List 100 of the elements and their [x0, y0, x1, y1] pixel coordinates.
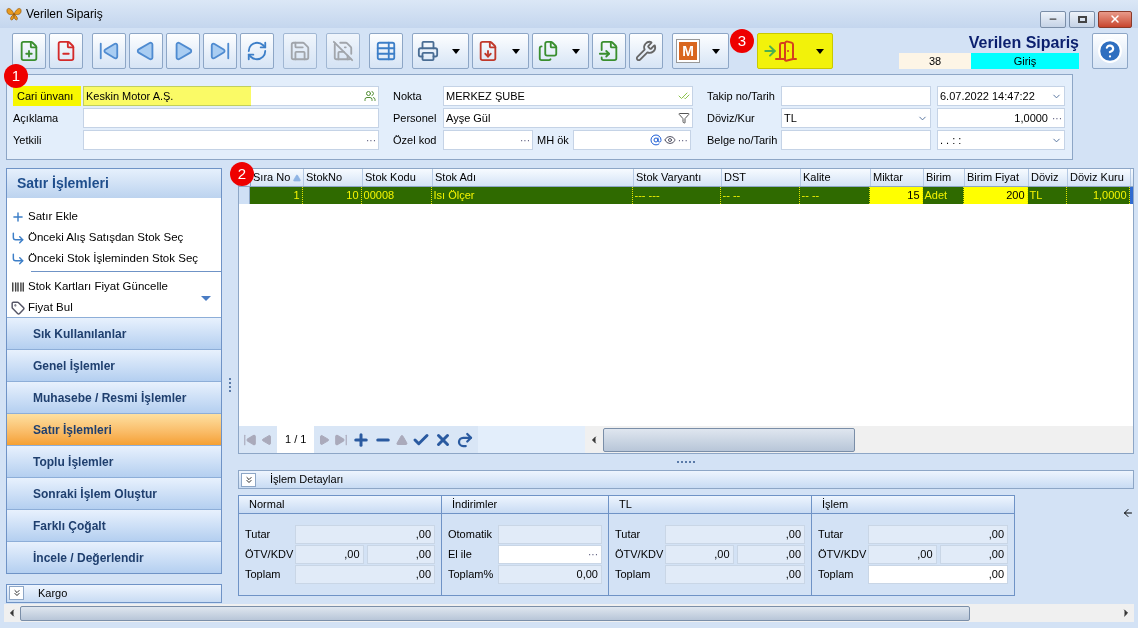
input-field[interactable]: MERKEZ ŞUBE: [443, 86, 693, 106]
field-label: El ile: [448, 547, 473, 563]
double-check-icon[interactable]: [678, 90, 690, 102]
column-header[interactable]: Stok Kodu: [363, 169, 433, 186]
column-header[interactable]: Döviz Kuru: [1068, 169, 1131, 186]
previous-page-icon[interactable]: [261, 433, 273, 446]
toolbar-button[interactable]: [629, 33, 663, 69]
horizontal-scrollbar[interactable]: [585, 426, 1133, 453]
column-header[interactable]: Birim Fiyat: [965, 169, 1029, 186]
toolbar-button[interactable]: [12, 33, 46, 69]
navigation-group[interactable]: Satır İşlemleri: [7, 413, 221, 445]
first-page-icon[interactable]: [243, 432, 257, 447]
action-link[interactable]: Önceki Stok İşleminden Stok Seç: [11, 248, 221, 269]
action-link[interactable]: Fiyat Bul: [11, 297, 221, 317]
toolbar-button[interactable]: [592, 33, 626, 69]
move-up-icon[interactable]: [396, 433, 409, 446]
toolbar-button[interactable]: [49, 33, 83, 69]
input-field[interactable]: ···: [83, 130, 379, 150]
ellipsis-button[interactable]: ···: [677, 132, 688, 148]
navigation-group[interactable]: İncele / Değerlendir: [7, 541, 221, 573]
field-label: Özel kod: [393, 132, 438, 148]
amount-field: ,00: [295, 545, 364, 564]
field-value: Ayşe Gül: [446, 111, 491, 124]
toolbar-button[interactable]: [472, 33, 529, 69]
add-row-icon[interactable]: [352, 430, 371, 449]
eye-icon[interactable]: [663, 134, 676, 146]
scroll-thumb[interactable]: [603, 427, 855, 452]
navigation-group[interactable]: Sonraki İşlem Oluştur: [7, 477, 221, 509]
input-field[interactable]: [781, 130, 931, 150]
column-header[interactable]: Stok Varyantı: [634, 169, 722, 186]
help-button[interactable]: [1092, 33, 1128, 69]
toolbar-button[interactable]: [240, 33, 274, 69]
step-badge: 1: [4, 64, 28, 88]
toolbar-button[interactable]: [412, 33, 469, 69]
column-header[interactable]: Döviz: [1029, 169, 1068, 186]
collapse-button[interactable]: [241, 472, 256, 487]
field-label: ÖTV/KDV: [615, 547, 665, 563]
column-header[interactable]: Miktar: [871, 169, 924, 186]
column-header[interactable]: Birim: [924, 169, 965, 186]
field-label: Takip no/Tarih: [707, 88, 776, 104]
toolbar-button[interactable]: [203, 33, 237, 69]
navigation-group[interactable]: Sık Kullanılanlar: [7, 317, 221, 349]
section-title: İşlem Detayları: [270, 472, 344, 488]
report-table-icon: [375, 40, 397, 62]
field-label: ÖTV/KDV: [245, 547, 295, 563]
input-field[interactable]: 6.07.2022 14:47:22: [937, 86, 1065, 106]
ellipsis-button[interactable]: ···: [1052, 110, 1062, 126]
column-header[interactable]: Kalite: [801, 169, 871, 186]
redo-icon[interactable]: [456, 430, 475, 449]
field-label: Toplam: [245, 567, 282, 583]
column-header[interactable]: StokNo: [304, 169, 363, 186]
input-field[interactable]: TL: [781, 108, 931, 128]
action-link[interactable]: Satır Ekle: [11, 206, 221, 227]
ellipsis-button[interactable]: ···: [366, 132, 376, 148]
table-cell: 10: [302, 187, 362, 204]
row-indicator[interactable]: [239, 187, 250, 204]
toolbar-button[interactable]: [757, 33, 833, 69]
filter-icon[interactable]: [678, 112, 690, 124]
maximize-button[interactable]: [1069, 10, 1095, 28]
ellipsis-button[interactable]: ···: [520, 132, 530, 148]
grid-row[interactable]: 1 10 00008 Isı Ölçer --- --- -- -- -- -- 15 Adet 200 TL 1,0000: [239, 187, 1133, 204]
toolbar-button[interactable]: [129, 33, 163, 69]
input-field[interactable]: Keskin Motor A.Ş.: [83, 86, 379, 106]
input-field[interactable]: [83, 108, 379, 128]
at-sign-icon[interactable]: [649, 134, 662, 146]
column-header[interactable]: Stok Adı: [433, 169, 634, 186]
people-icon[interactable]: [364, 90, 376, 102]
amount-field[interactable]: ···: [498, 545, 602, 564]
input-field[interactable]: ···: [572, 130, 691, 150]
input-field[interactable]: . . : :: [937, 130, 1065, 150]
toolbar-button[interactable]: [532, 33, 589, 69]
toolbar-button[interactable]: M: [672, 33, 729, 69]
input-field[interactable]: Ayşe Gül: [443, 108, 693, 128]
navigation-group[interactable]: Muhasebe / Resmi İşlemler: [7, 381, 221, 413]
navigation-group[interactable]: Genel İşlemler: [7, 349, 221, 381]
column-header[interactable]: DST: [722, 169, 801, 186]
action-link[interactable]: Stok Kartları Fiyat Güncelle: [11, 276, 221, 297]
toolbar-button[interactable]: [92, 33, 126, 69]
bottom-scrollbar[interactable]: [4, 604, 1134, 622]
scroll-down-icon[interactable]: [201, 296, 211, 301]
amount-field[interactable]: ,00: [868, 565, 1008, 584]
expand-button[interactable]: [9, 586, 24, 601]
input-field[interactable]: [781, 86, 931, 106]
return-arrow-icon: [11, 230, 25, 245]
close-button[interactable]: [1098, 10, 1132, 28]
ellipsis-button[interactable]: ···: [588, 547, 598, 562]
next-page-icon[interactable]: [318, 433, 331, 446]
navigation-group[interactable]: Farklı Çoğalt: [7, 509, 221, 541]
scroll-thumb[interactable]: [20, 605, 970, 621]
row-edge-marker: [1129, 187, 1133, 204]
action-link[interactable]: Önceki Alış Satışdan Stok Seç: [11, 227, 221, 248]
input-field[interactable]: 1,0000 ···: [937, 108, 1065, 128]
last-page-icon[interactable]: [334, 432, 349, 447]
return-arrow-icon: [11, 251, 25, 266]
restore-icon: [1077, 15, 1087, 23]
column-header[interactable]: Sıra No: [251, 169, 304, 186]
toolbar-button[interactable]: [369, 33, 403, 69]
input-field[interactable]: ···: [443, 130, 533, 150]
toolbar-button[interactable]: [166, 33, 200, 69]
navigation-group[interactable]: Toplu İşlemler: [7, 445, 221, 477]
